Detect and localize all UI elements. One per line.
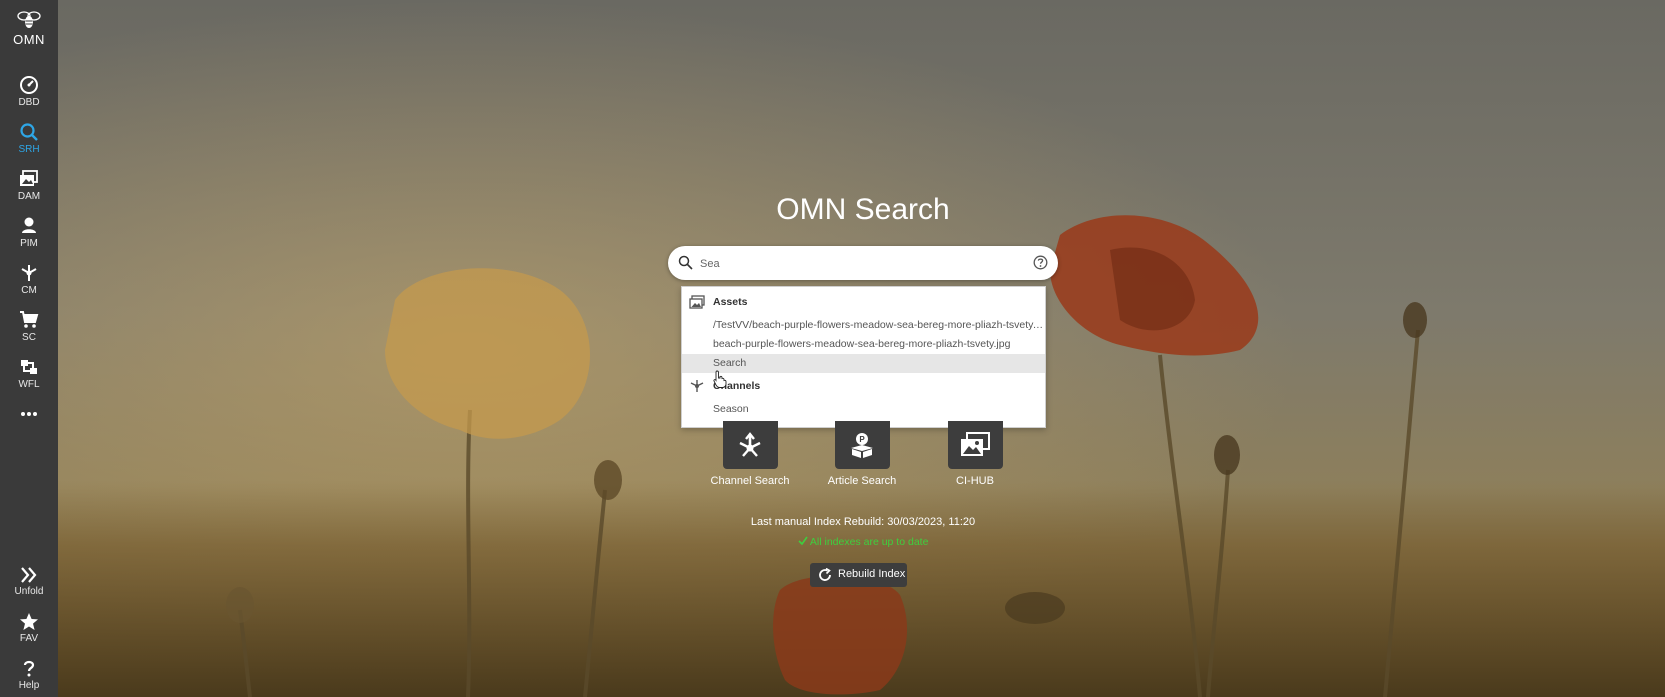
nav-label-dam: DAM [17,191,41,202]
workflow-icon [21,360,37,374]
nav-item-pim[interactable]: PIM [0,216,58,249]
index-status-label: All indexes are up to date [809,536,929,548]
tile-label: Article Search [827,475,897,487]
nav-label-unfold: Unfold [14,586,44,597]
svg-text:P: P [859,435,865,444]
suggestion-item[interactable]: /TestVV/beach-purple-flowers-meadow-sea-… [682,316,1045,335]
suggestion-group-label: Assets [713,296,748,308]
ci-hub-icon [961,432,990,456]
nav-item-help[interactable]: Help [0,659,58,691]
tile-channel-search[interactable]: Channel Search [695,421,805,487]
sidebar: OMN DBD SRH DAM PIM CM SC WFL Unfold FAV… [0,0,58,697]
tile-icon-box [947,421,1003,469]
nav-label-srh: SRH [18,144,40,155]
search-box[interactable] [668,246,1058,280]
nav-item-unfold[interactable]: Unfold [0,566,58,597]
index-status: All indexes are up to date [663,536,1063,548]
nav-item-dam[interactable]: DAM [0,169,58,202]
tile-icon-box: P [834,421,890,469]
check-icon [798,536,808,546]
tile-ci-hub[interactable]: CI-HUB [920,421,1030,487]
nav-label-sc: SC [22,332,36,343]
cart-icon [20,311,39,328]
nav-label-fav: FAV [19,633,39,644]
search-icon [20,123,38,141]
page-title: OMN Search [776,193,950,226]
nav-label-dbd: DBD [18,97,40,108]
suggestion-item[interactable]: Search [682,354,1045,373]
nav-label-pim: PIM [20,238,38,249]
tile-article-search[interactable]: P Article Search [807,421,917,487]
search-input[interactable] [698,252,1022,276]
help-circle-icon[interactable] [1033,255,1048,270]
search-suggestions-dropdown: Assets /TestVV/beach-purple-flowers-mead… [681,286,1046,428]
assets-icon [689,295,705,309]
tile-label: Channel Search [710,475,790,487]
star-icon [20,613,38,630]
nav-item-dbd[interactable]: DBD [0,75,58,108]
nav-item-cm[interactable]: CM [0,263,58,296]
rebuild-index-button[interactable]: Rebuild Index [810,563,907,587]
logo-text: OMN [13,32,45,47]
suggestion-group-channels: Channels [682,376,1045,396]
tile-label: CI-HUB [956,475,994,487]
search-icon [678,255,693,270]
nav-item-more[interactable] [0,410,58,420]
nav-label-help: Help [18,680,40,691]
article-search-icon: P [851,433,873,458]
nav-label-cm: CM [21,285,37,296]
question-icon [23,660,35,677]
suggestion-item[interactable]: Season [682,400,1045,419]
omn-logo[interactable]: OMN [0,10,58,47]
double-chevron-right-icon [21,567,37,583]
nav-item-srh[interactable]: SRH [0,122,58,155]
image-gallery-icon [20,170,38,186]
refresh-icon [819,568,831,581]
rebuild-index-label: Rebuild Index [838,568,906,580]
hand-cursor-icon [713,370,727,388]
suggestion-group-assets: Assets [682,292,1045,312]
suggestion-item[interactable]: beach-purple-flowers-meadow-sea-bereg-mo… [682,335,1045,354]
nav-item-fav[interactable]: FAV [0,612,58,644]
channels-icon [690,380,704,392]
last-rebuild-info: Last manual Index Rebuild: 30/03/2023, 1… [750,516,976,528]
tile-icon-box [722,421,778,469]
nav-item-wfl[interactable]: WFL [0,357,58,390]
channel-search-icon [739,432,761,457]
nav-label-wfl: WFL [18,379,40,390]
channels-icon [21,265,37,281]
bee-logo-icon [17,11,41,28]
product-icon [22,217,36,233]
nav-item-sc[interactable]: SC [0,310,58,343]
dashboard-icon [20,76,38,94]
more-dots-icon [21,412,37,416]
